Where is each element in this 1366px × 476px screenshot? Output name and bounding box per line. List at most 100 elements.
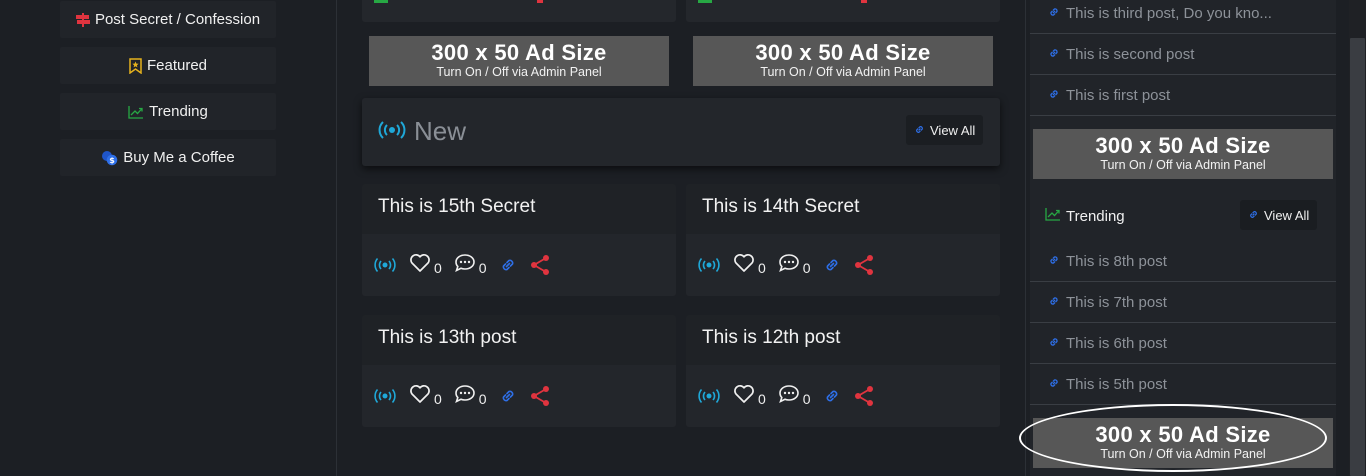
broadcast-icon[interactable] bbox=[373, 257, 397, 273]
link-icon[interactable] bbox=[823, 387, 841, 405]
view-all-label: View All bbox=[1264, 207, 1310, 223]
ad-banner[interactable]: 300 x 50 Ad Size Turn On / Off via Admin… bbox=[1033, 129, 1333, 179]
post-title[interactable]: This is 13th post bbox=[378, 327, 516, 349]
ad-size-text: 300 x 50 Ad Size bbox=[1095, 133, 1271, 158]
like-count: 0 bbox=[758, 260, 766, 276]
ad-size-text: 300 x 50 Ad Size bbox=[1095, 422, 1271, 447]
share-icon[interactable] bbox=[529, 254, 551, 276]
nav-label: Post Secret / Confession bbox=[94, 11, 261, 28]
comment-count: 0 bbox=[478, 391, 487, 407]
new-section-header: New View All bbox=[362, 98, 1000, 166]
ad-banner[interactable]: 300 x 50 Ad Size Turn On / Off via Admin… bbox=[693, 36, 993, 86]
link-icon[interactable] bbox=[823, 256, 841, 274]
sidebar-post-link[interactable]: This is second post bbox=[1030, 35, 1336, 75]
nav-label: Buy Me a Coffee bbox=[123, 149, 235, 166]
post-link-label: This is 5th post bbox=[1066, 376, 1167, 393]
svg-text:$: $ bbox=[109, 156, 115, 165]
post-card: This is 14th Secret 0 0 bbox=[686, 184, 1000, 296]
broadcast-icon bbox=[378, 116, 406, 147]
link-icon bbox=[1048, 5, 1060, 22]
comment-count: 0 bbox=[802, 260, 811, 276]
trending-icon bbox=[1045, 207, 1061, 225]
comment-button[interactable]: 0 bbox=[778, 384, 811, 409]
comment-button[interactable]: 0 bbox=[778, 253, 811, 278]
link-icon bbox=[1048, 253, 1060, 270]
view-all-label: View All bbox=[930, 122, 976, 138]
post-actions: 0 0 bbox=[362, 234, 676, 296]
post-card: This is 12th post 0 0 bbox=[686, 315, 1000, 427]
signpost-icon bbox=[75, 12, 90, 27]
link-icon[interactable] bbox=[499, 256, 517, 274]
nav-post-secret[interactable]: Post Secret / Confession bbox=[60, 1, 276, 38]
link-icon bbox=[1048, 335, 1060, 352]
nav-trending[interactable]: Trending bbox=[60, 93, 276, 130]
heart-icon bbox=[733, 253, 755, 278]
post-link-label: This is 7th post bbox=[1066, 294, 1167, 311]
post-actions: 0 0 bbox=[362, 365, 676, 427]
link-icon[interactable] bbox=[499, 387, 517, 405]
nav-featured[interactable]: Featured bbox=[60, 47, 276, 84]
link-icon bbox=[1048, 46, 1060, 63]
sidebar-post-link[interactable]: This is third post, Do you kno... bbox=[1030, 0, 1336, 34]
like-button[interactable]: 0 bbox=[733, 253, 766, 278]
broadcast-icon[interactable] bbox=[697, 257, 721, 273]
share-icon[interactable] bbox=[853, 385, 875, 407]
comment-count: 0 bbox=[478, 260, 487, 276]
widget-title: Trending bbox=[1066, 207, 1125, 225]
comment-button[interactable]: 0 bbox=[454, 253, 487, 278]
trending-icon bbox=[128, 105, 144, 119]
coins-icon: $ bbox=[101, 150, 118, 166]
nav-label: Trending bbox=[149, 103, 208, 120]
broadcast-icon[interactable] bbox=[373, 388, 397, 404]
view-all-button[interactable]: View All bbox=[906, 115, 984, 145]
ad-size-text: 300 x 50 Ad Size bbox=[431, 40, 607, 65]
heart-icon bbox=[409, 253, 431, 278]
ad-note: Turn On / Off via Admin Panel bbox=[1100, 447, 1266, 461]
post-title[interactable]: This is 14th Secret bbox=[702, 196, 859, 218]
comment-icon bbox=[454, 384, 476, 409]
trending-widget-header: Trending View All bbox=[1030, 195, 1336, 239]
post-card-partial bbox=[362, 0, 676, 22]
heart-icon bbox=[409, 384, 431, 409]
link-icon bbox=[914, 123, 925, 138]
trending-post-link[interactable]: This is 6th post bbox=[1030, 324, 1336, 364]
ad-note: Turn On / Off via Admin Panel bbox=[436, 65, 602, 79]
link-icon bbox=[1048, 87, 1060, 104]
link-icon bbox=[1248, 208, 1259, 223]
post-title[interactable]: This is 12th post bbox=[702, 327, 840, 349]
trending-post-link[interactable]: This is 7th post bbox=[1030, 283, 1336, 323]
post-link-label: This is 6th post bbox=[1066, 335, 1167, 352]
post-card: This is 15th Secret 0 0 bbox=[362, 184, 676, 296]
nav-buy-coffee[interactable]: $ Buy Me a Coffee bbox=[60, 139, 276, 176]
comment-button[interactable]: 0 bbox=[454, 384, 487, 409]
trending-post-link[interactable]: This is 8th post bbox=[1030, 242, 1336, 282]
section-title: New bbox=[414, 116, 467, 146]
comment-icon bbox=[778, 384, 800, 409]
link-icon bbox=[1048, 376, 1060, 393]
ad-banner[interactable]: 300 x 50 Ad Size Turn On / Off via Admin… bbox=[1033, 418, 1333, 468]
ad-size-text: 300 x 50 Ad Size bbox=[755, 40, 931, 65]
ad-banner[interactable]: 300 x 50 Ad Size Turn On / Off via Admin… bbox=[369, 36, 669, 86]
scrollbar-thumb[interactable] bbox=[1350, 38, 1365, 476]
comment-count: 0 bbox=[802, 391, 811, 407]
like-count: 0 bbox=[758, 391, 766, 407]
post-card: This is 13th post 0 0 bbox=[362, 315, 676, 427]
trending-post-link[interactable]: This is 5th post bbox=[1030, 365, 1336, 405]
share-icon[interactable] bbox=[529, 385, 551, 407]
like-count: 0 bbox=[434, 391, 442, 407]
broadcast-icon[interactable] bbox=[697, 388, 721, 404]
comment-icon bbox=[454, 253, 476, 278]
bookmark-star-icon bbox=[129, 57, 142, 74]
like-button[interactable]: 0 bbox=[409, 384, 442, 409]
like-button[interactable]: 0 bbox=[409, 253, 442, 278]
trending-view-all-button[interactable]: View All bbox=[1240, 200, 1318, 230]
like-button[interactable]: 0 bbox=[733, 384, 766, 409]
post-link-label: This is 8th post bbox=[1066, 253, 1167, 270]
post-actions: 0 0 bbox=[686, 365, 1000, 427]
ad-note: Turn On / Off via Admin Panel bbox=[760, 65, 926, 79]
like-count: 0 bbox=[434, 260, 442, 276]
post-title[interactable]: This is 15th Secret bbox=[378, 196, 535, 218]
sidebar-post-link[interactable]: This is first post bbox=[1030, 76, 1336, 116]
share-icon[interactable] bbox=[853, 254, 875, 276]
post-link-label: This is second post bbox=[1066, 46, 1195, 63]
